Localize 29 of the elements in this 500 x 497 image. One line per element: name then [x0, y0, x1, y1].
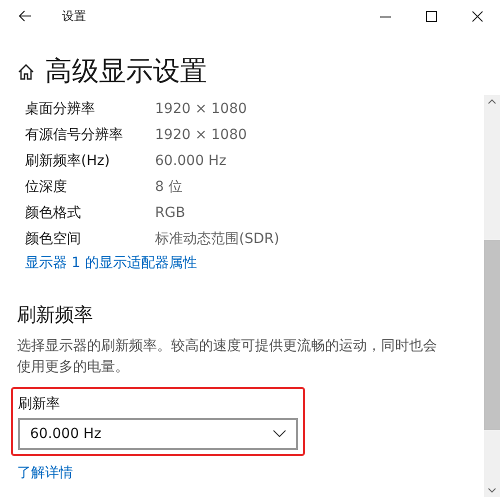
- info-label: 位深度: [25, 178, 68, 196]
- scroll-up-icon[interactable]: [488, 99, 496, 104]
- info-value: 1920 × 1080: [155, 101, 247, 117]
- maximize-icon: [426, 10, 436, 22]
- chevron-icon: [273, 430, 286, 438]
- section-description: 选择显示器的刷新频率。较高的速度可提供更流畅的运动，同时也会使用更多的电量。: [17, 337, 438, 377]
- info-value: 标准动态范围(SDR): [155, 230, 280, 248]
- close-icon: [472, 10, 482, 22]
- info-label: 刷新频率(Hz): [25, 152, 111, 170]
- refresh-rate-dropdown[interactable]: 60.000 Hz: [18, 418, 298, 450]
- info-label: 有源信号分辨率: [25, 126, 124, 144]
- info-value: 1920 × 1080: [155, 127, 247, 143]
- learn-more-link[interactable]: 了解详情: [17, 464, 73, 482]
- page-title: 高级显示设置: [45, 55, 207, 89]
- info-label: 颜色空间: [25, 230, 82, 248]
- section-heading: 刷新频率: [17, 303, 93, 328]
- scrollbar-thumb[interactable]: [484, 240, 500, 430]
- info-label: 桌面分辨率: [25, 100, 96, 118]
- field-label: 刷新率: [18, 395, 61, 413]
- adapter-properties-link[interactable]: 显示器 1 的显示适配器属性: [25, 254, 197, 272]
- home-icon[interactable]: [17, 63, 35, 81]
- scrollbar[interactable]: [484, 95, 500, 497]
- info-value: 60.000 Hz: [155, 153, 226, 169]
- back-icon[interactable]: [18, 10, 32, 22]
- scroll-down-icon[interactable]: [488, 488, 496, 493]
- window-title: 设置: [62, 8, 86, 24]
- info-label: 颜色格式: [25, 204, 82, 222]
- info-value: RGB: [155, 205, 186, 221]
- info-value: 8 位: [155, 178, 182, 196]
